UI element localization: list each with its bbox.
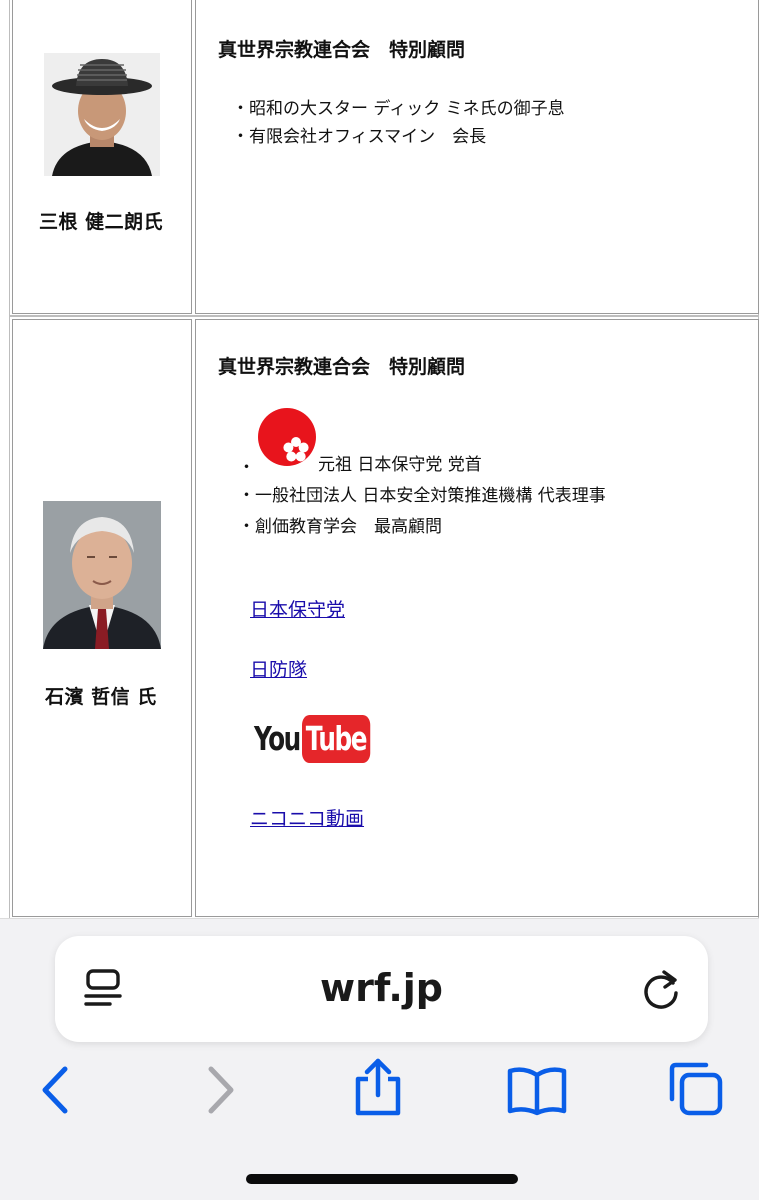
person-item-2-3: ・創価教育学会 最高顧問 [238, 517, 442, 537]
browser-toolbar: wrf.jp [0, 918, 759, 1200]
person-info-cell-2: 真世界宗教連合会 特別顧問 ・ 元祖 日本保守党 党首 ・一般社団法人 日本安全… [195, 319, 759, 917]
party-emblem-icon [256, 406, 318, 468]
person-item-2-2: ・一般社団法人 日本安全対策推進機構 代表理事 [238, 486, 606, 506]
youtube-logo[interactable]: You Tube [254, 713, 372, 765]
forward-icon[interactable] [200, 1063, 240, 1119]
link-nihon-hoshuto[interactable]: 日本保守党 [250, 595, 345, 622]
reload-icon[interactable] [640, 967, 684, 1011]
page-content: 三根 健二朗氏 真世界宗教連合会 特別顧問 ・昭和の大スター ディック ミネ氏の… [0, 0, 759, 918]
person-photo-cell-1: 三根 健二朗氏 [12, 0, 192, 314]
youtube-logo-tube: Tube [302, 715, 371, 763]
address-bar[interactable]: wrf.jp [55, 936, 708, 1042]
person-name-1: 三根 健二朗氏 [39, 211, 164, 233]
bullet-mark: ・ [238, 458, 255, 478]
home-indicator[interactable] [246, 1174, 518, 1184]
person-info-cell-1: 真世界宗教連合会 特別顧問 ・昭和の大スター ディック ミネ氏の御子息 ・有限会… [195, 0, 759, 314]
back-icon[interactable] [36, 1063, 76, 1119]
person-item-1-1: ・昭和の大スター ディック ミネ氏の御子息 [232, 99, 565, 119]
person-item-2-1: 元祖 日本保守党 党首 [318, 455, 482, 475]
person-photo-2 [43, 501, 161, 649]
share-icon[interactable] [350, 1055, 406, 1119]
person-heading-2: 真世界宗教連合会 特別顧問 [218, 356, 466, 378]
person-item-1-2: ・有限会社オフィスマイン 会長 [232, 127, 487, 147]
person-photo-1 [44, 53, 160, 176]
person-photo-cell-2: 石濱 哲信 氏 [12, 319, 192, 917]
person-name-2: 石濱 哲信 氏 [45, 686, 157, 708]
link-niconico[interactable]: ニコニコ動画 [250, 804, 364, 831]
youtube-logo-you: You [254, 719, 301, 758]
url-text[interactable]: wrf.jp [55, 966, 708, 1010]
tabs-icon[interactable] [666, 1059, 726, 1119]
link-nichibotai[interactable]: 日防隊 [250, 655, 307, 682]
person-heading-1: 真世界宗教連合会 特別顧問 [218, 39, 466, 61]
bookmarks-icon[interactable] [504, 1065, 570, 1117]
